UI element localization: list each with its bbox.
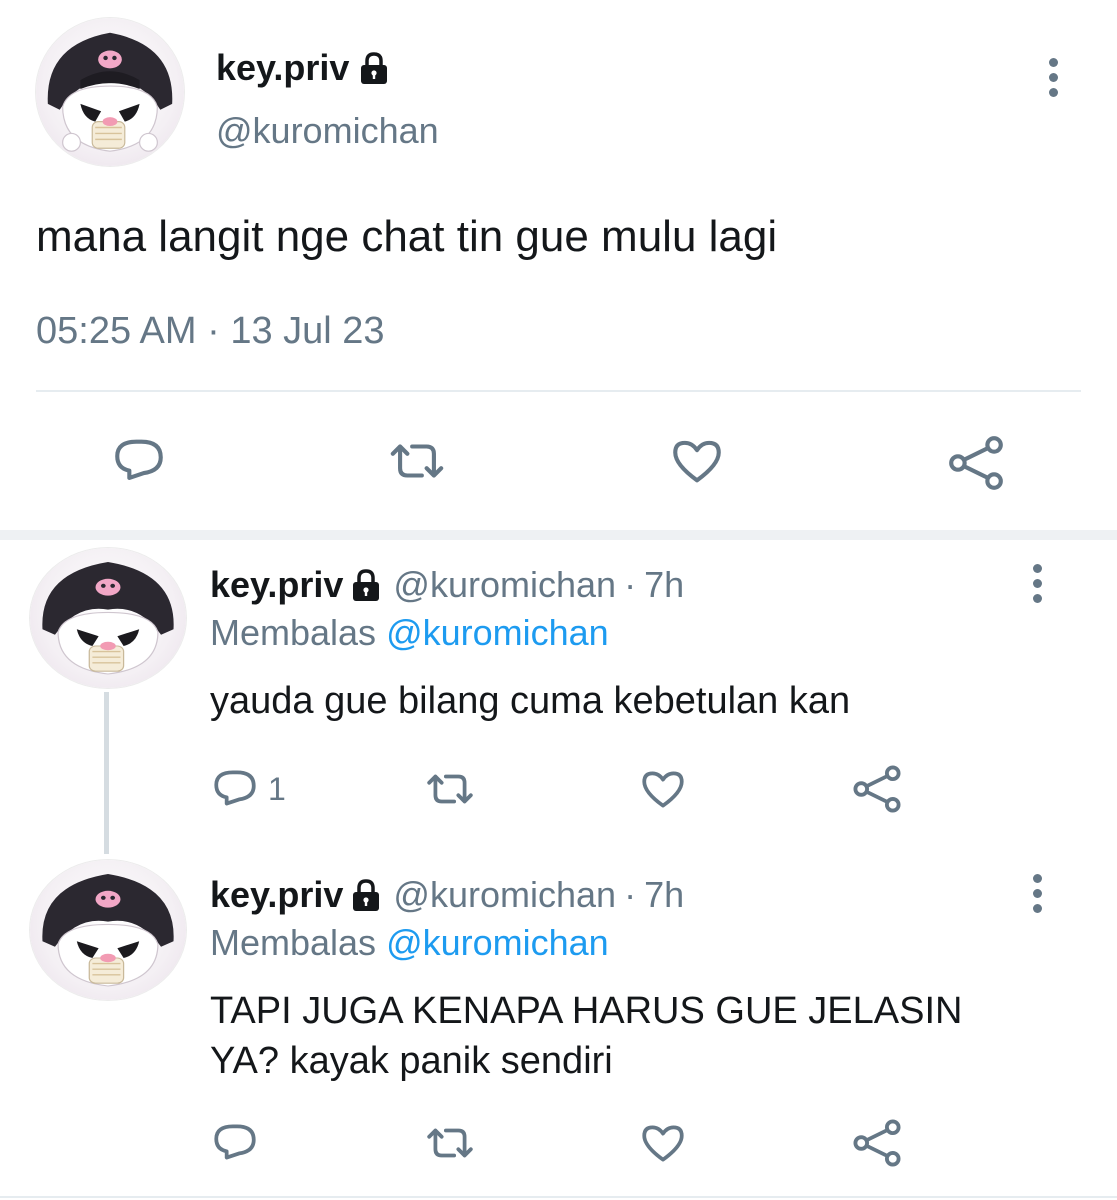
- reply2-retweet-button[interactable]: [420, 1118, 480, 1168]
- reply2-text-line2: YA? kayak panik sendiri: [210, 1040, 613, 1082]
- thread-line: [104, 692, 109, 854]
- share-icon: [853, 765, 901, 813]
- main-handle[interactable]: @kuromichan: [216, 110, 439, 152]
- reply1-retweet-button[interactable]: [420, 764, 480, 814]
- reply1-avatar[interactable]: [30, 548, 186, 688]
- bottom-divider: [0, 1196, 1117, 1198]
- reply2-header: key.priv @kuromichan · 7h: [210, 872, 684, 918]
- lock-icon: [361, 52, 388, 84]
- section-gap: [0, 530, 1117, 540]
- reply2-avatar[interactable]: [30, 860, 186, 1000]
- main-retweet-button[interactable]: [382, 432, 452, 490]
- main-display-name[interactable]: key.priv: [216, 47, 349, 89]
- main-divider: [36, 390, 1081, 392]
- kuromi-avatar-image: [42, 874, 174, 987]
- reply1-more-options-icon[interactable]: [1030, 564, 1044, 604]
- main-avatar[interactable]: [36, 18, 184, 166]
- share-icon: [853, 1119, 901, 1167]
- reply2-replying-to: Membalas @kuromichan: [210, 922, 609, 964]
- reply1-text: yauda gue bilang cuma kebetulan kan: [210, 680, 851, 722]
- reply2-more-options-icon[interactable]: [1030, 874, 1044, 914]
- reply2-display-name[interactable]: key.priv: [210, 874, 343, 916]
- main-timestamp[interactable]: 05:25 AM · 13 Jul 23: [36, 310, 385, 353]
- reply2-replying-prefix: Membalas: [210, 922, 377, 963]
- main-reply-button[interactable]: [110, 432, 168, 490]
- reply2-like-button[interactable]: [636, 1118, 690, 1168]
- like-icon: [642, 771, 684, 808]
- reply1-replying-to: Membalas @kuromichan: [210, 612, 609, 654]
- reply1-reply-count: 1: [268, 770, 286, 807]
- main-author-row: key.priv: [216, 46, 389, 90]
- reply1-share-button[interactable]: [850, 762, 904, 816]
- kuromi-avatar-image: [47, 32, 173, 152]
- reply-icon: [115, 439, 163, 480]
- retweet-icon: [427, 774, 473, 804]
- retweet-icon: [390, 444, 444, 478]
- reply1-replying-prefix: Membalas: [210, 612, 377, 653]
- reply2-separator: ·: [624, 874, 637, 915]
- kuromi-avatar-image: [42, 562, 174, 675]
- reply1-time[interactable]: 7h: [644, 564, 684, 606]
- reply2-share-button[interactable]: [850, 1116, 904, 1170]
- main-more-options-icon[interactable]: [1046, 58, 1060, 98]
- reply2-reply-button[interactable]: [210, 1118, 268, 1168]
- retweet-icon: [427, 1128, 473, 1158]
- reply2-handle[interactable]: @kuromichan: [393, 874, 616, 916]
- reply2-time[interactable]: 7h: [644, 874, 684, 916]
- lock-icon: [353, 879, 380, 911]
- reply1-header: key.priv @kuromichan · 7h: [210, 562, 684, 608]
- reply1-separator: ·: [624, 564, 637, 605]
- main-tweet-text: mana langit nge chat tin gue mulu lagi: [36, 212, 778, 261]
- like-icon: [642, 1125, 684, 1162]
- reply1-replying-mention[interactable]: @kuromichan: [386, 612, 609, 653]
- reply1-reply-button[interactable]: 1: [210, 764, 286, 814]
- share-icon: [949, 436, 1003, 490]
- like-icon: [673, 440, 721, 483]
- reply1-like-button[interactable]: [636, 764, 690, 814]
- reply1-handle[interactable]: @kuromichan: [393, 564, 616, 606]
- reply2-replying-mention[interactable]: @kuromichan: [386, 922, 609, 963]
- main-like-button[interactable]: [666, 432, 728, 490]
- reply-icon: [214, 1124, 256, 1160]
- lock-icon: [353, 569, 380, 601]
- reply2-text-line1: TAPI JUGA KENAPA HARUS GUE JELASIN: [210, 990, 963, 1032]
- reply-icon: [214, 770, 256, 806]
- main-share-button[interactable]: [944, 432, 1008, 494]
- reply1-display-name[interactable]: key.priv: [210, 564, 343, 606]
